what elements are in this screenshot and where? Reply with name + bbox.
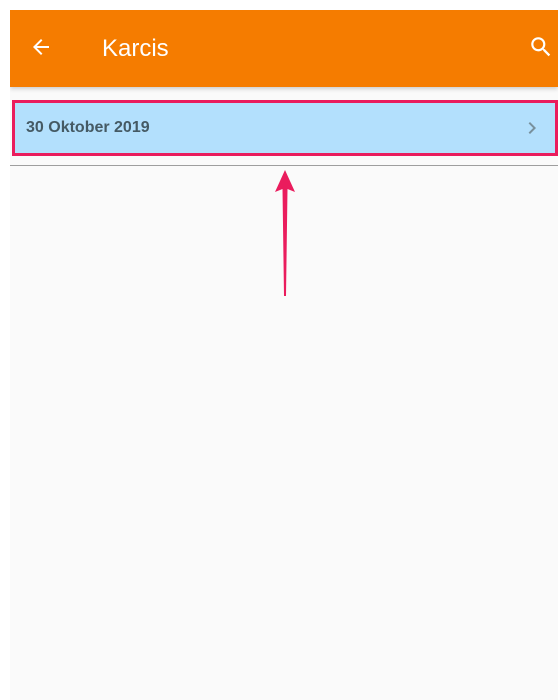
chevron-right-icon [528,122,536,134]
list-item-label: 30 Oktober 2019 [26,119,150,136]
search-button[interactable] [526,32,556,62]
app-screen: Karcis 30 Oktober 2019 [10,10,558,700]
list-item-date[interactable]: 30 Oktober 2019 [12,100,558,156]
back-button[interactable] [26,32,56,62]
search-icon [531,37,551,57]
arrow-back-icon [33,39,49,55]
annotation-arrow-icon [275,170,295,296]
page-title: Karcis [102,35,169,62]
app-bar: Karcis [10,10,558,87]
list-divider [10,165,558,166]
